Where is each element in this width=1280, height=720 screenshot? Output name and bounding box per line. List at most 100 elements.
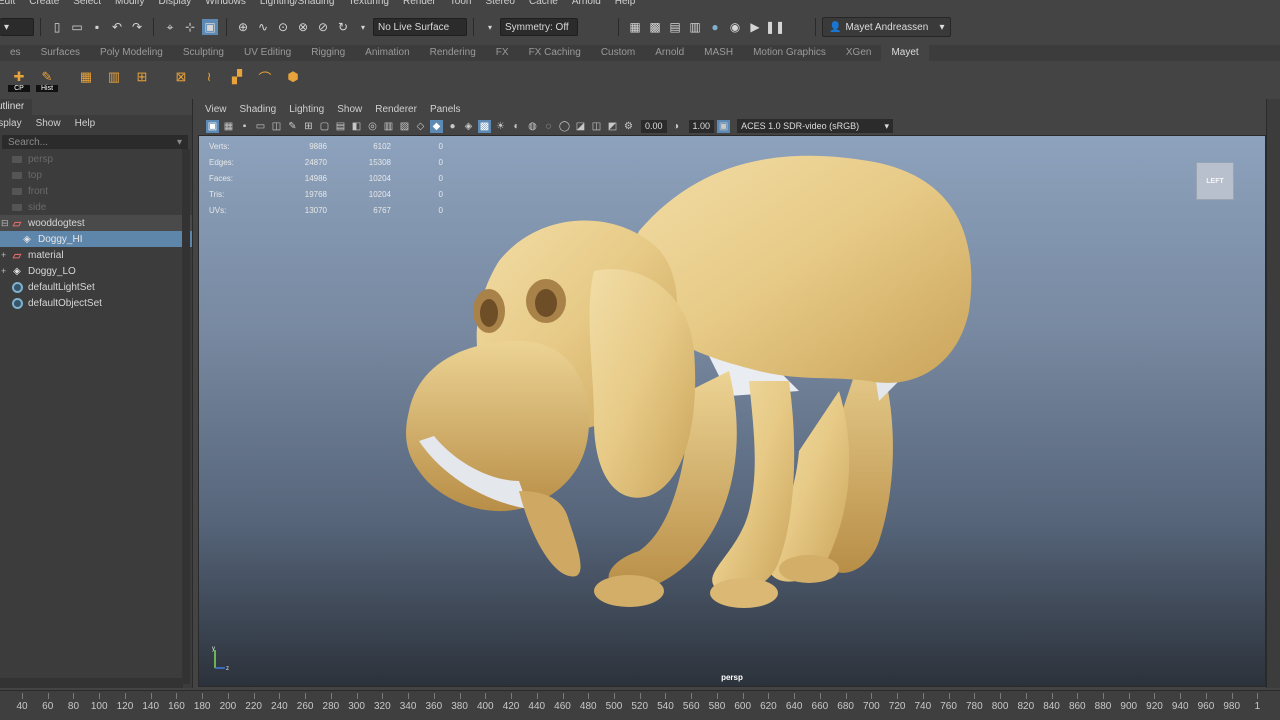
shelf-tab-mash[interactable]: MASH — [694, 45, 743, 61]
outliner-item-defaultlightset[interactable]: defaultLightSet — [0, 279, 192, 295]
bridge-icon[interactable]: ⌒ — [254, 66, 276, 88]
shadows-icon[interactable]: ◐ — [510, 120, 523, 133]
menu-display[interactable]: Display — [159, 0, 192, 7]
curves-icon[interactable]: ≀ — [198, 66, 220, 88]
live-surface-field[interactable]: No Live Surface — [373, 18, 467, 36]
xray-icon[interactable]: ◫ — [590, 120, 603, 133]
menu-texturing[interactable]: Texturing — [348, 0, 389, 7]
camera-attributes-icon[interactable]: ▦ — [222, 120, 235, 133]
shelf-tab-animation[interactable]: Animation — [355, 45, 419, 61]
chevron-down-icon[interactable]: ▾ — [177, 137, 182, 148]
menu-help[interactable]: Help — [615, 0, 636, 7]
grid-icon[interactable]: ▥ — [103, 66, 125, 88]
menu-toon[interactable]: Toon — [450, 0, 472, 7]
outliner-item-persp[interactable]: persp — [0, 151, 192, 167]
symmetry-dropdown[interactable]: Symmetry: Off — [500, 18, 578, 36]
save-scene-icon[interactable]: ▪ — [89, 19, 105, 35]
color-management-icon[interactable]: ▣ — [717, 119, 731, 133]
snap-surface-icon[interactable]: ⊘ — [315, 19, 331, 35]
viewport-menu-renderer[interactable]: Renderer — [375, 104, 417, 115]
menu-stereo[interactable]: Stereo — [485, 0, 514, 7]
bookmark-icon[interactable]: ▪ — [238, 120, 251, 133]
outliner-item-doggy-lo[interactable]: + ◈ Doggy_LO — [0, 263, 192, 279]
viewport-menu-view[interactable]: View — [205, 104, 227, 115]
textured-icon[interactable]: ▩ — [478, 119, 491, 133]
safe-title-icon[interactable]: ▨ — [398, 120, 411, 133]
freeze-icon[interactable]: ▦ — [75, 66, 97, 88]
snap-point-icon[interactable]: ⊙ — [275, 19, 291, 35]
render-settings-icon[interactable]: ▥ — [687, 19, 703, 35]
grid-toggle-icon[interactable]: ⊞ — [302, 120, 315, 133]
user-account-dropdown[interactable]: 👤 Mayet Andreassen ▾ — [822, 17, 952, 37]
motion-blur-icon[interactable]: ◌ — [542, 120, 555, 133]
chevron-down-icon[interactable]: ▾ — [355, 19, 371, 35]
select-hierarchy-icon[interactable]: ⌖ — [162, 19, 178, 35]
shelf-tab-custom[interactable]: Custom — [591, 45, 645, 61]
menu-cache[interactable]: Cache — [529, 0, 558, 7]
ipr-render-icon[interactable]: ▤ — [667, 19, 683, 35]
undo-icon[interactable]: ↶ — [109, 19, 125, 35]
select-component-icon[interactable]: ▣ — [202, 19, 218, 35]
outliner-menu-isplay[interactable]: isplay — [0, 118, 22, 129]
gamma-field[interactable]: 1.00 — [688, 119, 715, 133]
shelf-tab-uv-editing[interactable]: UV Editing — [234, 45, 301, 61]
viewport-menu-lighting[interactable]: Lighting — [289, 104, 324, 115]
gate-mask-icon[interactable]: ◧ — [350, 120, 363, 133]
grease-pencil-icon[interactable]: ✎ — [286, 120, 299, 133]
shelf-tab-fx-caching[interactable]: FX Caching — [519, 45, 591, 61]
shelf-tab-mayet[interactable]: Mayet — [881, 45, 929, 61]
outliner-item-doggy-hi[interactable]: ◈ Doggy_HI — [0, 231, 192, 247]
shelf-tab-arnold[interactable]: Arnold — [645, 45, 694, 61]
xray-joints-icon[interactable]: ◩ — [606, 120, 619, 133]
cp-icon[interactable]: ✚ CP — [8, 66, 30, 92]
film-gate-icon[interactable]: ▢ — [318, 120, 331, 133]
open-scene-icon[interactable]: ▭ — [69, 19, 85, 35]
outliner-item-material[interactable]: + ▱ material — [0, 247, 192, 263]
menu-modify[interactable]: Modify — [115, 0, 144, 7]
uv-icon[interactable]: ▞ — [226, 66, 248, 88]
viewport-menu-shading[interactable]: Shading — [240, 104, 277, 115]
chevron-down-icon[interactable]: ▾ — [482, 19, 498, 35]
outliner-menu-help[interactable]: Help — [75, 118, 96, 129]
exposure-field[interactable]: 0.00 — [641, 119, 667, 133]
select-object-icon[interactable]: ⊹ — [182, 19, 198, 35]
anti-aliasing-icon[interactable]: ◯ — [558, 120, 571, 133]
outliner-item-defaultobjectset[interactable]: defaultObjectSet — [0, 295, 192, 311]
colorspace-dropdown[interactable]: ACES 1.0 SDR-video (sRGB) ▾ — [737, 119, 894, 133]
transfer-icon[interactable]: ⬢ — [282, 66, 304, 88]
arnold-render-icon[interactable]: ◉ — [727, 19, 743, 35]
wireframe-icon[interactable]: ◇ — [414, 120, 427, 133]
hypershade-icon[interactable]: ● — [707, 19, 723, 35]
menu-edit[interactable]: Edit — [0, 0, 15, 7]
shelf-tab-surfaces[interactable]: Surfaces — [31, 45, 90, 61]
shelf-tab-es[interactable]: es — [0, 45, 31, 61]
outliner-title[interactable]: utliner — [0, 99, 33, 115]
expand-icon[interactable]: ⊟ — [1, 218, 9, 229]
arnold-ipr-icon[interactable]: ▶ — [747, 19, 763, 35]
gamma-icon[interactable]: ◑ — [670, 120, 683, 133]
field-chart-icon[interactable]: ◎ — [366, 120, 379, 133]
redo-icon[interactable]: ↷ — [129, 19, 145, 35]
center-icon[interactable]: ⊠ — [170, 66, 192, 88]
outliner-item-front[interactable]: front — [0, 183, 192, 199]
default-material-icon[interactable]: ● — [446, 120, 459, 133]
lights-icon[interactable]: ☀ — [494, 120, 507, 133]
render-frame-icon[interactable]: ▩ — [647, 19, 663, 35]
new-scene-icon[interactable]: ▯ — [49, 19, 65, 35]
snap-grid-icon[interactable]: ⊕ — [235, 19, 251, 35]
image-plane-icon[interactable]: ▭ — [254, 120, 267, 133]
shelf-tab-poly-modeling[interactable]: Poly Modeling — [90, 45, 173, 61]
shelf-tab-fx[interactable]: FX — [486, 45, 519, 61]
menu-windows[interactable]: Windows — [205, 0, 246, 7]
hist-icon[interactable]: ✎ Hist — [36, 66, 58, 92]
render-view-icon[interactable]: ▦ — [627, 19, 643, 35]
snap-view-icon[interactable]: ⊗ — [295, 19, 311, 35]
outliner-search-input[interactable]: Search... ▾ — [2, 135, 188, 149]
snap-curve-icon[interactable]: ∿ — [255, 19, 271, 35]
menu-create[interactable]: Create — [29, 0, 59, 7]
time-slider[interactable]: 40 60 80 100 120 140 160 180 200 220 240 260 280 300 3… — [0, 690, 1280, 720]
outliner-item-top[interactable]: top — [0, 167, 192, 183]
resolution-gate-icon[interactable]: ▤ — [334, 120, 347, 133]
menu-set-dropdown[interactable]: ▾ — [0, 18, 34, 36]
outliner-item-side[interactable]: side — [0, 199, 192, 215]
